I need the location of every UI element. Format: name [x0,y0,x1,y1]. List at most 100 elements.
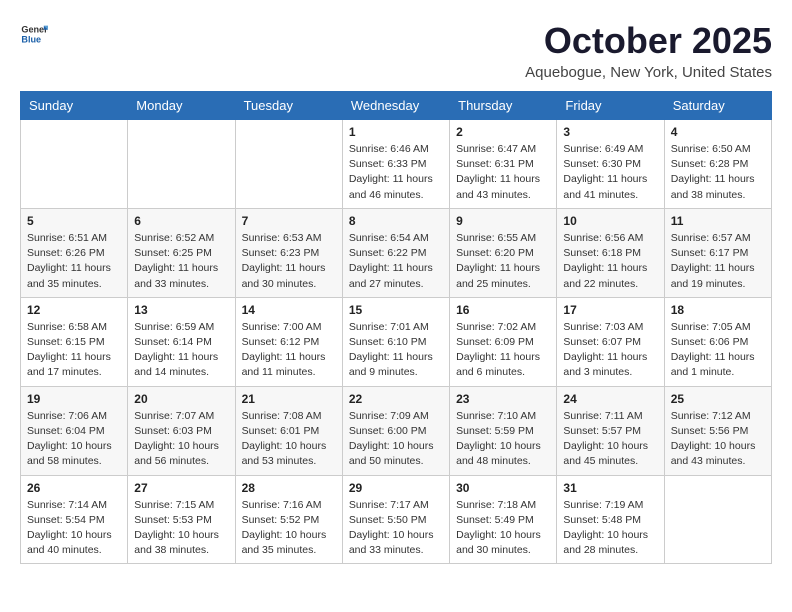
calendar-cell: 16Sunrise: 7:02 AMSunset: 6:09 PMDayligh… [450,297,557,386]
day-info: Sunrise: 7:17 AMSunset: 5:50 PMDaylight:… [349,498,443,559]
calendar-cell: 24 Sunrise: 7:11 AMSunset: 5:57 PMDayligh… [557,386,664,475]
day-info: Sunrise: 6:51 AMSunset: 6:26 PMDaylight:… [27,231,121,292]
day-number: 21 [242,392,336,406]
day-info: Sunrise: 7:18 AMSunset: 5:49 PMDaylight:… [456,498,550,559]
calendar-cell: 6 Sunrise: 6:52 AMSunset: 6:25 PMDaylight… [128,208,235,297]
day-number: 31 [563,481,657,495]
day-info: Sunrise: 6:52 AMSunset: 6:25 PMDaylight:… [134,231,228,292]
day-info: Sunrise: 7:11 AMSunset: 5:57 PMDaylight:… [563,409,657,470]
day-number: 1 [349,125,443,139]
day-info: Sunrise: 6:56 AMSunset: 6:18 PMDaylight:… [563,231,657,292]
calendar-header-row: SundayMondayTuesdayWednesdayThursdayFrid… [21,92,772,120]
col-header-monday: Monday [128,92,235,120]
day-number: 26 [27,481,121,495]
day-number: 29 [349,481,443,495]
calendar-cell: 22Sunrise: 7:09 AMSunset: 6:00 PMDayligh… [342,386,449,475]
day-number: 24 [563,392,657,406]
day-number: 8 [349,214,443,228]
page-header: General Blue October 2025 Aquebogue, New… [20,20,772,81]
col-header-wednesday: Wednesday [342,92,449,120]
calendar-cell: 21 Sunrise: 7:08 AMSunset: 6:01 PMDayligh… [235,386,342,475]
calendar-cell: 3 Sunrise: 6:49 AMSunset: 6:30 PMDaylight… [557,120,664,209]
calendar-cell: 18 Sunrise: 7:05 AMSunset: 6:06 PMDayligh… [664,297,771,386]
day-info: Sunrise: 7:10 AMSunset: 5:59 PMDaylight:… [456,409,550,470]
day-number: 11 [671,214,765,228]
day-info: Sunrise: 7:03 AMSunset: 6:07 PMDaylight:… [563,320,657,381]
col-header-thursday: Thursday [450,92,557,120]
day-info: Sunrise: 7:19 AMSunset: 5:48 PMDaylight:… [563,498,657,559]
day-number: 14 [242,303,336,317]
day-number: 5 [27,214,121,228]
day-number: 20 [134,392,228,406]
day-number: 27 [134,481,228,495]
calendar-cell: 23Sunrise: 7:10 AMSunset: 5:59 PMDayligh… [450,386,557,475]
calendar-cell: 29 Sunrise: 7:17 AMSunset: 5:50 PMDayligh… [342,475,449,564]
day-number: 28 [242,481,336,495]
day-number: 6 [134,214,228,228]
week-row-1: 1 Sunrise: 6:46 AMSunset: 6:33 PMDaylight… [21,120,772,209]
month-title: October 2025 [525,20,772,62]
day-info: Sunrise: 6:50 AMSunset: 6:28 PMDaylight:… [671,142,765,203]
calendar-cell: 4 Sunrise: 6:50 AMSunset: 6:28 PMDaylight… [664,120,771,209]
day-info: Sunrise: 6:55 AMSunset: 6:20 PMDaylight:… [456,231,550,292]
day-info: Sunrise: 6:46 AMSunset: 6:33 PMDaylight:… [349,142,443,203]
day-info: Sunrise: 6:54 AMSunset: 6:22 PMDaylight:… [349,231,443,292]
day-info: Sunrise: 7:01 AMSunset: 6:10 PMDaylight:… [349,320,443,381]
day-number: 2 [456,125,550,139]
day-info: Sunrise: 7:08 AMSunset: 6:01 PMDaylight:… [242,409,336,470]
day-info: Sunrise: 7:06 AMSunset: 6:04 PMDaylight:… [27,409,121,470]
day-number: 13 [134,303,228,317]
calendar-cell: 10 Sunrise: 6:56 AMSunset: 6:18 PMDayligh… [557,208,664,297]
calendar-cell: 1 Sunrise: 6:46 AMSunset: 6:33 PMDaylight… [342,120,449,209]
day-number: 18 [671,303,765,317]
calendar-cell [21,120,128,209]
week-row-5: 26Sunrise: 7:14 AMSunset: 5:54 PMDayligh… [21,475,772,564]
calendar-cell: 9Sunrise: 6:55 AMSunset: 6:20 PMDaylight… [450,208,557,297]
calendar-cell: 19 Sunrise: 7:06 AMSunset: 6:04 PMDayligh… [21,386,128,475]
day-info: Sunrise: 7:05 AMSunset: 6:06 PMDaylight:… [671,320,765,381]
day-number: 4 [671,125,765,139]
day-info: Sunrise: 6:49 AMSunset: 6:30 PMDaylight:… [563,142,657,203]
week-row-4: 19 Sunrise: 7:06 AMSunset: 6:04 PMDayligh… [21,386,772,475]
day-number: 22 [349,392,443,406]
day-number: 10 [563,214,657,228]
day-info: Sunrise: 6:47 AMSunset: 6:31 PMDaylight:… [456,142,550,203]
location: Aquebogue, New York, United States [525,64,772,81]
calendar-cell: 31 Sunrise: 7:19 AMSunset: 5:48 PMDayligh… [557,475,664,564]
calendar-cell: 27 Sunrise: 7:15 AMSunset: 5:53 PMDayligh… [128,475,235,564]
day-number: 16 [456,303,550,317]
day-info: Sunrise: 7:07 AMSunset: 6:03 PMDaylight:… [134,409,228,470]
col-header-tuesday: Tuesday [235,92,342,120]
calendar-cell: 28 Sunrise: 7:16 AMSunset: 5:52 PMDayligh… [235,475,342,564]
day-info: Sunrise: 7:00 AMSunset: 6:12 PMDaylight:… [242,320,336,381]
col-header-saturday: Saturday [664,92,771,120]
calendar-cell: 11Sunrise: 6:57 AMSunset: 6:17 PMDayligh… [664,208,771,297]
svg-text:Blue: Blue [21,34,41,44]
day-number: 17 [563,303,657,317]
calendar-cell [128,120,235,209]
day-info: Sunrise: 7:12 AMSunset: 5:56 PMDaylight:… [671,409,765,470]
day-number: 3 [563,125,657,139]
calendar-cell: 8 Sunrise: 6:54 AMSunset: 6:22 PMDaylight… [342,208,449,297]
calendar-cell: 5 Sunrise: 6:51 AMSunset: 6:26 PMDaylight… [21,208,128,297]
calendar-cell: 2 Sunrise: 6:47 AMSunset: 6:31 PMDaylight… [450,120,557,209]
day-number: 19 [27,392,121,406]
calendar-cell: 17 Sunrise: 7:03 AMSunset: 6:07 PMDayligh… [557,297,664,386]
day-info: Sunrise: 6:58 AMSunset: 6:15 PMDaylight:… [27,320,121,381]
day-number: 25 [671,392,765,406]
logo: General Blue [20,20,48,48]
calendar-cell: 12 Sunrise: 6:58 AMSunset: 6:15 PMDayligh… [21,297,128,386]
calendar-cell: 15Sunrise: 7:01 AMSunset: 6:10 PMDayligh… [342,297,449,386]
day-info: Sunrise: 7:15 AMSunset: 5:53 PMDaylight:… [134,498,228,559]
calendar-cell [664,475,771,564]
calendar-cell: 26Sunrise: 7:14 AMSunset: 5:54 PMDayligh… [21,475,128,564]
calendar-cell: 13Sunrise: 6:59 AMSunset: 6:14 PMDayligh… [128,297,235,386]
day-number: 12 [27,303,121,317]
calendar-cell [235,120,342,209]
day-number: 7 [242,214,336,228]
calendar-cell: 7 Sunrise: 6:53 AMSunset: 6:23 PMDaylight… [235,208,342,297]
day-info: Sunrise: 7:16 AMSunset: 5:52 PMDaylight:… [242,498,336,559]
day-number: 30 [456,481,550,495]
week-row-3: 12 Sunrise: 6:58 AMSunset: 6:15 PMDayligh… [21,297,772,386]
day-info: Sunrise: 6:53 AMSunset: 6:23 PMDaylight:… [242,231,336,292]
